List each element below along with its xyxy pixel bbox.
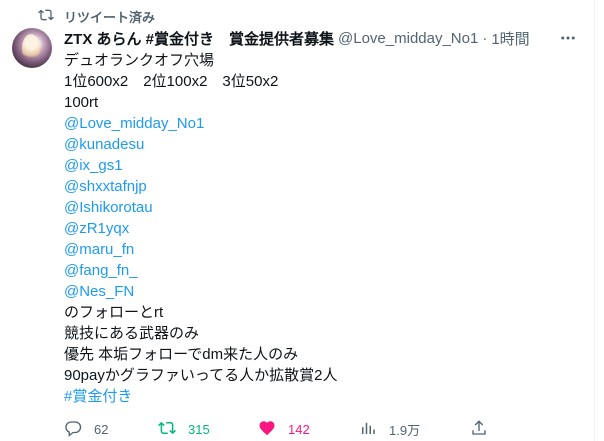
tweet-line: デュオランクオフ穴場 [64, 52, 215, 69]
hashtag-link[interactable]: #賞金付き [64, 386, 584, 407]
avatar[interactable] [12, 28, 52, 68]
like-count: 142 [288, 421, 310, 437]
share-button[interactable] [470, 418, 500, 440]
retweet-context-label: リツイート済み [64, 9, 156, 25]
author-display-name[interactable]: ZTX あらん #賞金付き 賞金提供者募集 [64, 28, 334, 49]
tweet-line: 競技にある武器のみ [64, 325, 200, 342]
tweet-time[interactable]: 1時間 [491, 28, 529, 49]
action-bar: 62 315 142 1.9万 [64, 418, 504, 440]
retweet-button[interactable]: 315 [158, 418, 210, 440]
retweet-icon [158, 419, 188, 440]
reply-button[interactable]: 62 [64, 418, 108, 440]
mention-link[interactable]: @Nes_FN [64, 281, 584, 302]
tweet-line: 100rt [64, 94, 99, 111]
mention-link[interactable]: @Ishikorotau [64, 197, 584, 218]
mention-link[interactable]: @fang_fn_ [64, 260, 584, 281]
mention-link[interactable]: @maru_fn [64, 239, 584, 260]
tweet-line: のフォローとrt [64, 304, 164, 321]
retweet-context: リツイート済み [38, 7, 155, 25]
like-button[interactable]: 142 [258, 418, 310, 440]
share-icon [470, 419, 500, 440]
tweet[interactable]: リツイート済み ZTX あらん #賞金付き 賞金提供者募集 @Love_midd… [0, 0, 595, 441]
header-separator: · [482, 29, 488, 47]
tweet-line: 優先 本垢フォローでdm来た人のみ [64, 346, 299, 363]
mention-link[interactable]: @kunadesu [64, 134, 584, 155]
reply-icon [64, 419, 94, 440]
reply-count: 62 [94, 421, 109, 437]
tweet-header: ZTX あらん #賞金付き 賞金提供者募集 @Love_midday_No1 ·… [64, 28, 530, 48]
author-handle[interactable]: @Love_midday_No1 [338, 30, 478, 47]
tweet-text: デュオランクオフ穴場 1位600x2 2位100x2 3位50x2 100rt … [64, 50, 584, 407]
views-count: 1.9万 [389, 422, 421, 438]
more-icon[interactable] [558, 28, 578, 48]
like-icon [258, 419, 288, 440]
retweet-count: 315 [188, 421, 210, 437]
mention-link[interactable]: @zR1yqx [64, 218, 584, 239]
tweet-line: 1位600x2 2位100x2 3位50x2 [64, 73, 279, 90]
views-icon [359, 419, 389, 440]
mention-link[interactable]: @shxxtafnjp [64, 176, 584, 197]
mention-link[interactable]: @ix_gs1 [64, 155, 584, 176]
views-button[interactable]: 1.9万 [359, 418, 420, 440]
retweet-icon [38, 7, 64, 26]
mention-link[interactable]: @Love_midday_No1 [64, 113, 584, 134]
tweet-line: 90payかグラファいってる人か拡散賞2人 [64, 367, 338, 384]
